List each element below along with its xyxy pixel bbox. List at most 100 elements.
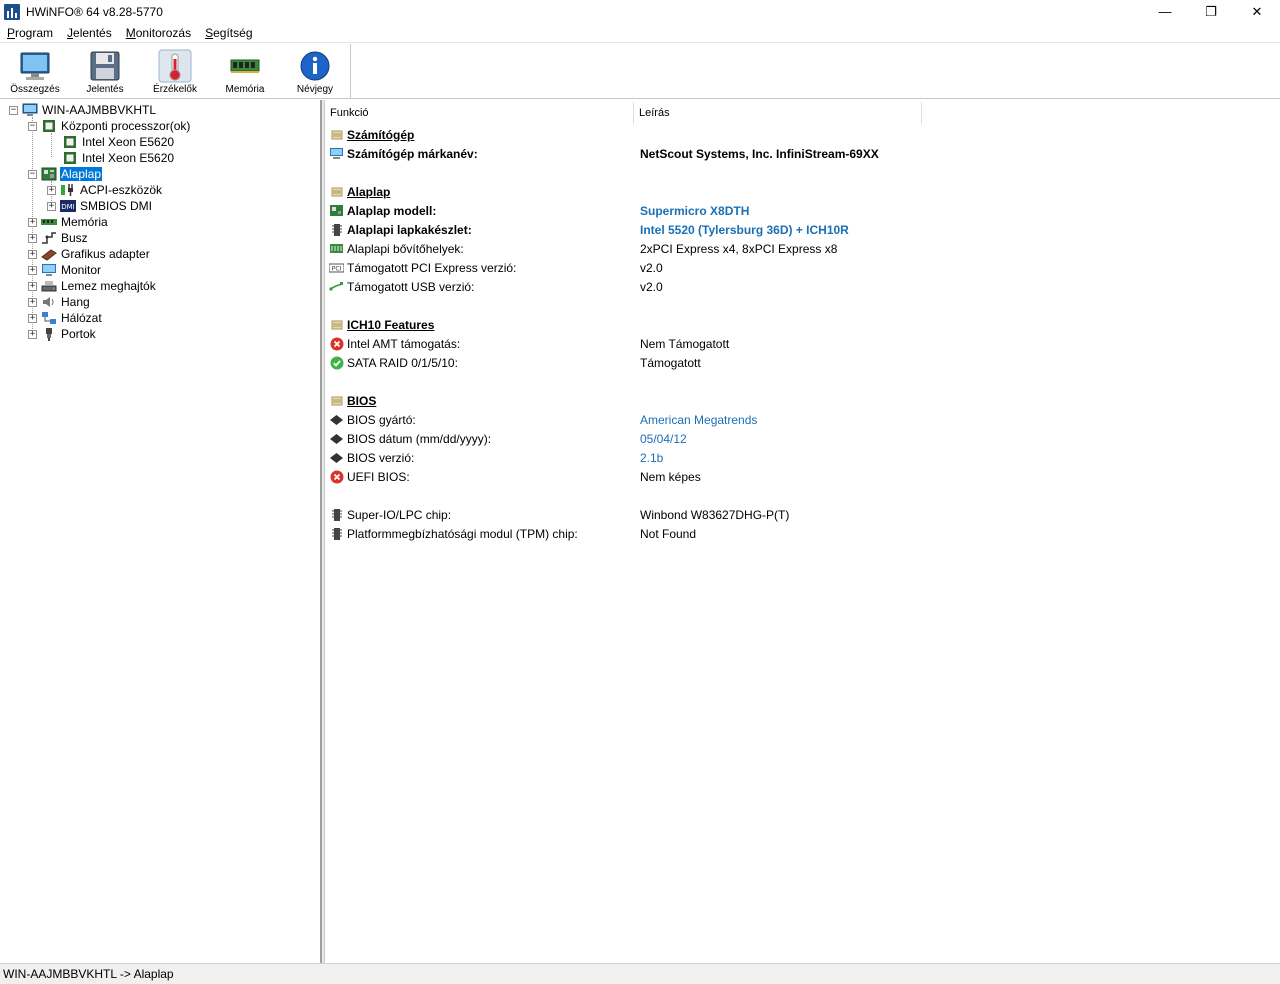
report-button[interactable]: Jelentés bbox=[70, 44, 140, 99]
toolbar: Összegzés Jelentés Érzékelők Memória Név… bbox=[0, 44, 1280, 99]
memory-button[interactable]: Memória bbox=[210, 44, 280, 99]
motherboard-icon bbox=[329, 203, 344, 218]
section-icon bbox=[329, 184, 344, 199]
tree-item-ports[interactable]: + Portok bbox=[28, 326, 97, 342]
graphics-card-icon bbox=[41, 246, 57, 262]
detail-row[interactable]: Alaplapi lapkakészlet: Intel 5520 (Tyler… bbox=[329, 220, 1269, 239]
summary-button[interactable]: Összegzés bbox=[0, 44, 70, 99]
supported-check-icon bbox=[329, 355, 344, 370]
section-computer: Számítógép bbox=[329, 125, 1269, 144]
thermometer-icon bbox=[158, 49, 192, 83]
menu-report[interactable]: Jelentés bbox=[60, 26, 119, 40]
tree-item-root[interactable]: − WIN-AAJMBBVKHTL bbox=[9, 102, 157, 118]
title-bar: HWiNFO® 64 v8.28-5770 — ❐ ✕ bbox=[0, 0, 1280, 23]
menu-monitoring[interactable]: Monitorozás bbox=[119, 26, 198, 40]
detail-row[interactable]: Alaplapi bővítőhelyek: 2xPCI Express x4,… bbox=[329, 239, 1269, 258]
close-button[interactable]: ✕ bbox=[1234, 0, 1280, 23]
column-header-feature[interactable]: Funkció bbox=[325, 102, 634, 124]
bios-chip-icon bbox=[329, 450, 344, 465]
detail-row[interactable]: Számítógép márkanév: NetScout Systems, I… bbox=[329, 144, 1269, 163]
tree-item-smbios[interactable]: + DMI SMBIOS DMI bbox=[47, 198, 153, 214]
expand-icon[interactable]: + bbox=[28, 329, 37, 339]
expand-icon[interactable]: + bbox=[28, 265, 37, 275]
chip-icon bbox=[329, 526, 344, 541]
unsupported-x-icon bbox=[329, 336, 344, 351]
expand-icon[interactable]: + bbox=[28, 233, 37, 243]
window-title: HWiNFO® 64 v8.28-5770 bbox=[26, 4, 163, 19]
menu-program[interactable]: Program bbox=[0, 26, 60, 40]
speaker-icon bbox=[41, 294, 57, 310]
detail-row[interactable]: SATA RAID 0/1/5/10: Támogatott bbox=[329, 353, 1269, 372]
processor-icon bbox=[62, 134, 78, 150]
info-icon bbox=[298, 49, 332, 83]
monitor-icon bbox=[41, 262, 57, 278]
maximize-button[interactable]: ❐ bbox=[1188, 0, 1234, 23]
status-bar: WIN-AAJMBBVKHTL -> Alaplap bbox=[0, 963, 1280, 984]
tree-item-memory[interactable]: + Memória bbox=[28, 214, 109, 230]
detail-row[interactable]: PCI Támogatott PCI Express verzió: v2.0 bbox=[329, 258, 1269, 277]
section-icon bbox=[329, 393, 344, 408]
memory-module-icon bbox=[228, 49, 262, 83]
device-tree[interactable]: − WIN-AAJMBBVKHTL − Központi processzor(… bbox=[0, 100, 322, 963]
expand-icon[interactable]: + bbox=[28, 217, 37, 227]
detail-row[interactable]: UEFI BIOS: Nem képes bbox=[329, 467, 1269, 486]
menu-help[interactable]: Segítség bbox=[198, 26, 259, 40]
expansion-slot-icon bbox=[329, 241, 344, 256]
minimize-button[interactable]: — bbox=[1142, 0, 1188, 23]
tree-item-bus[interactable]: + Busz bbox=[28, 230, 89, 246]
tree-item-monitor[interactable]: + Monitor bbox=[28, 262, 102, 278]
monitor-icon bbox=[18, 49, 52, 83]
detail-row[interactable]: Platformmegbízhatósági modul (TPM) chip:… bbox=[329, 524, 1269, 543]
tree-item-cpu-2[interactable]: Intel Xeon E5620 bbox=[62, 150, 175, 166]
detail-row[interactable]: BIOS verzió: 2.1b bbox=[329, 448, 1269, 467]
status-text: WIN-AAJMBBVKHTL -> Alaplap bbox=[3, 967, 174, 981]
expand-icon[interactable]: + bbox=[28, 249, 37, 259]
expand-icon[interactable]: + bbox=[47, 185, 56, 195]
about-button[interactable]: Névjegy bbox=[280, 44, 350, 99]
expand-icon[interactable]: + bbox=[28, 297, 37, 307]
floppy-disk-icon bbox=[88, 49, 122, 83]
collapse-icon[interactable]: − bbox=[28, 121, 37, 131]
computer-icon bbox=[22, 102, 38, 118]
tree-item-motherboard[interactable]: − Alaplap bbox=[28, 166, 103, 182]
memory-module-icon bbox=[41, 214, 57, 230]
collapse-icon[interactable]: − bbox=[9, 105, 18, 115]
column-header-description[interactable]: Leírás bbox=[634, 102, 922, 124]
svg-text:DMI: DMI bbox=[61, 203, 75, 211]
hwinfo-app-icon bbox=[4, 3, 20, 20]
bus-icon bbox=[41, 230, 57, 246]
detail-row[interactable]: Super-IO/LPC chip: Winbond W83627DHG-P(T… bbox=[329, 505, 1269, 524]
section-icon bbox=[329, 127, 344, 142]
details-panel: Funkció Leírás Számítógép Számítógép már… bbox=[324, 100, 1280, 963]
tree-item-cpu-1[interactable]: Intel Xeon E5620 bbox=[62, 134, 175, 150]
processor-icon bbox=[41, 118, 57, 134]
detail-row[interactable]: Alaplap modell: Supermicro X8DTH bbox=[329, 201, 1269, 220]
unsupported-x-icon bbox=[329, 469, 344, 484]
detail-row[interactable]: Intel AMT támogatás: Nem Támogatott bbox=[329, 334, 1269, 353]
tree-item-acpi[interactable]: + ACPI-eszközök bbox=[47, 182, 163, 198]
bios-chip-icon bbox=[329, 431, 344, 446]
section-icon bbox=[329, 317, 344, 332]
expand-icon[interactable]: + bbox=[28, 281, 37, 291]
bios-chip-icon bbox=[329, 412, 344, 427]
detail-row[interactable]: BIOS dátum (mm/dd/yyyy): 05/04/12 bbox=[329, 429, 1269, 448]
tree-item-audio[interactable]: + Hang bbox=[28, 294, 91, 310]
pci-express-icon: PCI bbox=[329, 260, 344, 275]
dmi-icon: DMI bbox=[60, 198, 76, 214]
sensors-button[interactable]: Érzékelők bbox=[140, 44, 210, 99]
detail-row[interactable]: Támogatott USB verzió: v2.0 bbox=[329, 277, 1269, 296]
section-ich10: ICH10 Features bbox=[329, 315, 1269, 334]
detail-row[interactable]: BIOS gyártó: American Megatrends bbox=[329, 410, 1269, 429]
section-bios: BIOS bbox=[329, 391, 1269, 410]
motherboard-icon bbox=[41, 166, 57, 182]
menu-bar: Program Jelentés Monitorozás Segítség bbox=[0, 23, 1280, 43]
acpi-plug-icon bbox=[60, 182, 76, 198]
expand-icon[interactable]: + bbox=[28, 313, 37, 323]
collapse-icon[interactable]: − bbox=[28, 169, 37, 179]
expand-icon[interactable]: + bbox=[47, 201, 56, 211]
tree-item-gpu[interactable]: + Grafikus adapter bbox=[28, 246, 151, 262]
tree-item-drives[interactable]: + Lemez meghajtók bbox=[28, 278, 157, 294]
tree-item-cpu[interactable]: − Központi processzor(ok) bbox=[28, 118, 191, 134]
tree-item-network[interactable]: + Hálózat bbox=[28, 310, 103, 326]
usb-icon bbox=[329, 279, 344, 294]
